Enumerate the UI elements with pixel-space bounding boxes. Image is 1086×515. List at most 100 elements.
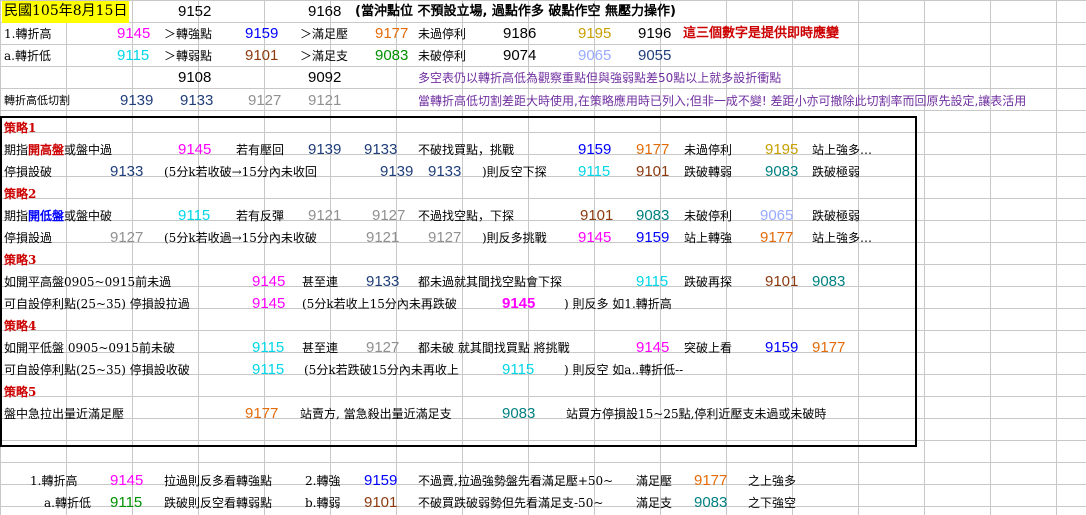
s2-r1-v5: 9083 — [636, 207, 670, 224]
s3-r1-mid: 甚至連 — [302, 275, 339, 289]
s1-r2-act: )則反空下探 — [482, 165, 547, 179]
s4-r1-v2: 9127 — [366, 339, 400, 356]
date-label: 民國105年8月15日 — [2, 1, 130, 23]
s2-r2-v3: 9127 — [428, 229, 462, 246]
cut-value-1: 9139 — [120, 92, 154, 109]
support-value: 9083 — [375, 47, 409, 64]
s2-r1-v6: 9065 — [760, 207, 794, 224]
cut-value-4: 9121 — [308, 92, 342, 109]
s4-r2-label: 可自設停利點(25~35) 停損設收破 — [4, 363, 190, 377]
s1-r1-v3: 9133 — [364, 141, 398, 158]
strong-point-value: 9159 — [245, 25, 279, 42]
sum-r2-label2: b.轉弱 — [305, 496, 341, 510]
s1-r1-highlight: 開高盤 — [28, 143, 65, 157]
sum-r2-v2: 9101 — [364, 494, 398, 511]
row1-value-4: 9186 — [503, 25, 537, 42]
resist-value: 9177 — [375, 25, 409, 42]
s2-r2-label: 停損設過 — [4, 231, 53, 245]
s1-r1-act: 不破找買點，挑戰 — [418, 143, 515, 157]
weak-point-value: 9101 — [245, 47, 279, 64]
s5-r1-act: 站賣方, 當急殺出量近滿足支 — [300, 407, 452, 421]
strong-point-label: ＞轉強點 — [164, 27, 213, 41]
s2-r2-mid: 站上轉強 — [684, 231, 733, 245]
s2-r1-act: 不過找空點，下探 — [418, 209, 515, 223]
resist-label: ＞滿足壓 — [300, 27, 349, 41]
s2-r2-v1: 9127 — [110, 229, 144, 246]
strategy-4-title: 策略4 — [4, 319, 37, 333]
s1-r2-v1: 9133 — [110, 163, 144, 180]
s4-r2-v2: 9115 — [502, 361, 535, 378]
s1-r1-v1: 9145 — [178, 141, 212, 158]
s1-r2-label: 停損設破 — [4, 165, 53, 179]
s1-r2-v4: 9115 — [578, 163, 611, 180]
s1-r1-tail: 站上強多… — [812, 143, 873, 157]
header-note: (當沖點位 不預設立場, 過點作多 破點作空 無壓力操作) — [355, 4, 676, 19]
cut-value-3: 9127 — [248, 92, 282, 109]
s4-r1-mid: 甚至連 — [302, 341, 339, 355]
sum-r1-v2: 9159 — [364, 472, 398, 489]
ref-value-2: 9168 — [308, 3, 342, 20]
s2-r1-tail: 跌破極弱 — [812, 209, 861, 223]
sum-r2-t2: 不破買跌破弱勢但先看滿足支-50~ — [418, 496, 604, 510]
s2-r1-v3: 9127 — [372, 207, 406, 224]
sum-r2-v3: 9083 — [694, 494, 728, 511]
s1-r2-v2: 9139 — [380, 163, 414, 180]
s3-r2-cond: (5分k若收上15分內未再跌破 — [302, 297, 457, 311]
s3-r2-v2: 9145 — [502, 295, 536, 312]
turn-high-label: 1.轉折高 — [4, 27, 52, 41]
s4-r2-cond: (5分k若跌破15分內未再收上 — [304, 363, 459, 377]
s3-r2-tail: ) 則反多 如1.轉折高 — [564, 297, 672, 311]
s3-r1-label: 如開平高盤0905~0915前未過 — [4, 275, 172, 289]
realtime-note: 這三個數字是提供即時應變 — [683, 26, 840, 41]
s3-r1-v4: 9101 — [765, 273, 799, 290]
s3-r1-v5: 9083 — [812, 273, 846, 290]
s4-r2-tail: ) 則反空 如a..轉折低-- — [564, 363, 684, 377]
s2-r2-v6: 9177 — [760, 229, 794, 246]
s2-r2-cond: (5分k若收過→15分內未收破 — [164, 231, 317, 245]
s4-r1-v3: 9145 — [636, 339, 670, 356]
sum-r1-t1: 拉過則反多看轉強點 — [164, 474, 273, 488]
s4-r1-act2: 突破上看 — [684, 341, 733, 355]
ref-value-1: 9152 — [178, 3, 212, 20]
s2-r1-highlight: 開低盤 — [28, 209, 65, 223]
row3-value-1: 9108 — [178, 69, 212, 86]
sum-r1-v1: 9145 — [110, 472, 144, 489]
s3-r1-v2: 9133 — [366, 273, 400, 290]
sum-r1-t4: 之上強多 — [748, 474, 797, 488]
sum-r2-t3: 滿足支 — [636, 496, 673, 510]
s4-r1-v1: 9115 — [252, 339, 285, 356]
s2-r1-v1: 9115 — [178, 207, 211, 224]
row1-value-6: 9196 — [638, 25, 672, 42]
s4-r1-v4: 9159 — [765, 339, 799, 356]
s2-r1-bounce: 若有反彈 — [236, 209, 285, 223]
support-label: ＞滿足支 — [300, 49, 349, 63]
s3-r1-act: 都未過就其間找空點會下探 — [418, 275, 563, 289]
strategy-3-title: 策略3 — [4, 253, 37, 267]
s2-r2-tail: 站上強多… — [812, 231, 873, 245]
s1-r1-v2: 9139 — [308, 141, 342, 158]
s2-r1-v2: 9121 — [308, 207, 342, 224]
row2-value-4: 9074 — [503, 47, 537, 64]
turn-low-label: a.轉折低 — [4, 49, 51, 63]
sum-r2-label: a.轉折低 — [44, 496, 91, 510]
s2-r2-v4: 9145 — [578, 229, 612, 246]
s4-r2-v1: 9115 — [252, 361, 285, 378]
s2-r1-post: 或盤中破 — [64, 209, 113, 223]
s1-r1-text: 期指開高盤或盤中過 — [4, 140, 112, 162]
s1-r1-v4: 9159 — [578, 141, 612, 158]
s3-r2-v1: 9145 — [252, 295, 286, 312]
s5-r1-v2: 9083 — [502, 405, 536, 422]
s3-r1-act2: 跌破再探 — [684, 275, 733, 289]
stop-profit-label-1: 未過停利 — [418, 27, 467, 41]
s1-r1-v5: 9177 — [636, 141, 670, 158]
s5-r1-v1: 9177 — [245, 405, 279, 422]
strategy-2-title: 策略2 — [4, 187, 37, 201]
s2-r2-v5: 9159 — [636, 229, 670, 246]
cut-note: 當轉折高低切割差距大時使用,在策略應用時已列入;但非一成不變! 差距小亦可撤除此… — [418, 94, 1027, 108]
s3-r1-v3: 9115 — [636, 273, 669, 290]
s4-r1-label: 如開平低盤 0905~0915前未破 — [4, 341, 175, 355]
row2-value-6: 9055 — [638, 47, 672, 64]
s2-r1-text: 期指開低盤或盤中破 — [4, 206, 112, 228]
s4-r1-act: 都未破 就其間找買點 將挑戰 — [418, 341, 570, 355]
cut-label: 轉折高低切割 — [4, 94, 70, 107]
